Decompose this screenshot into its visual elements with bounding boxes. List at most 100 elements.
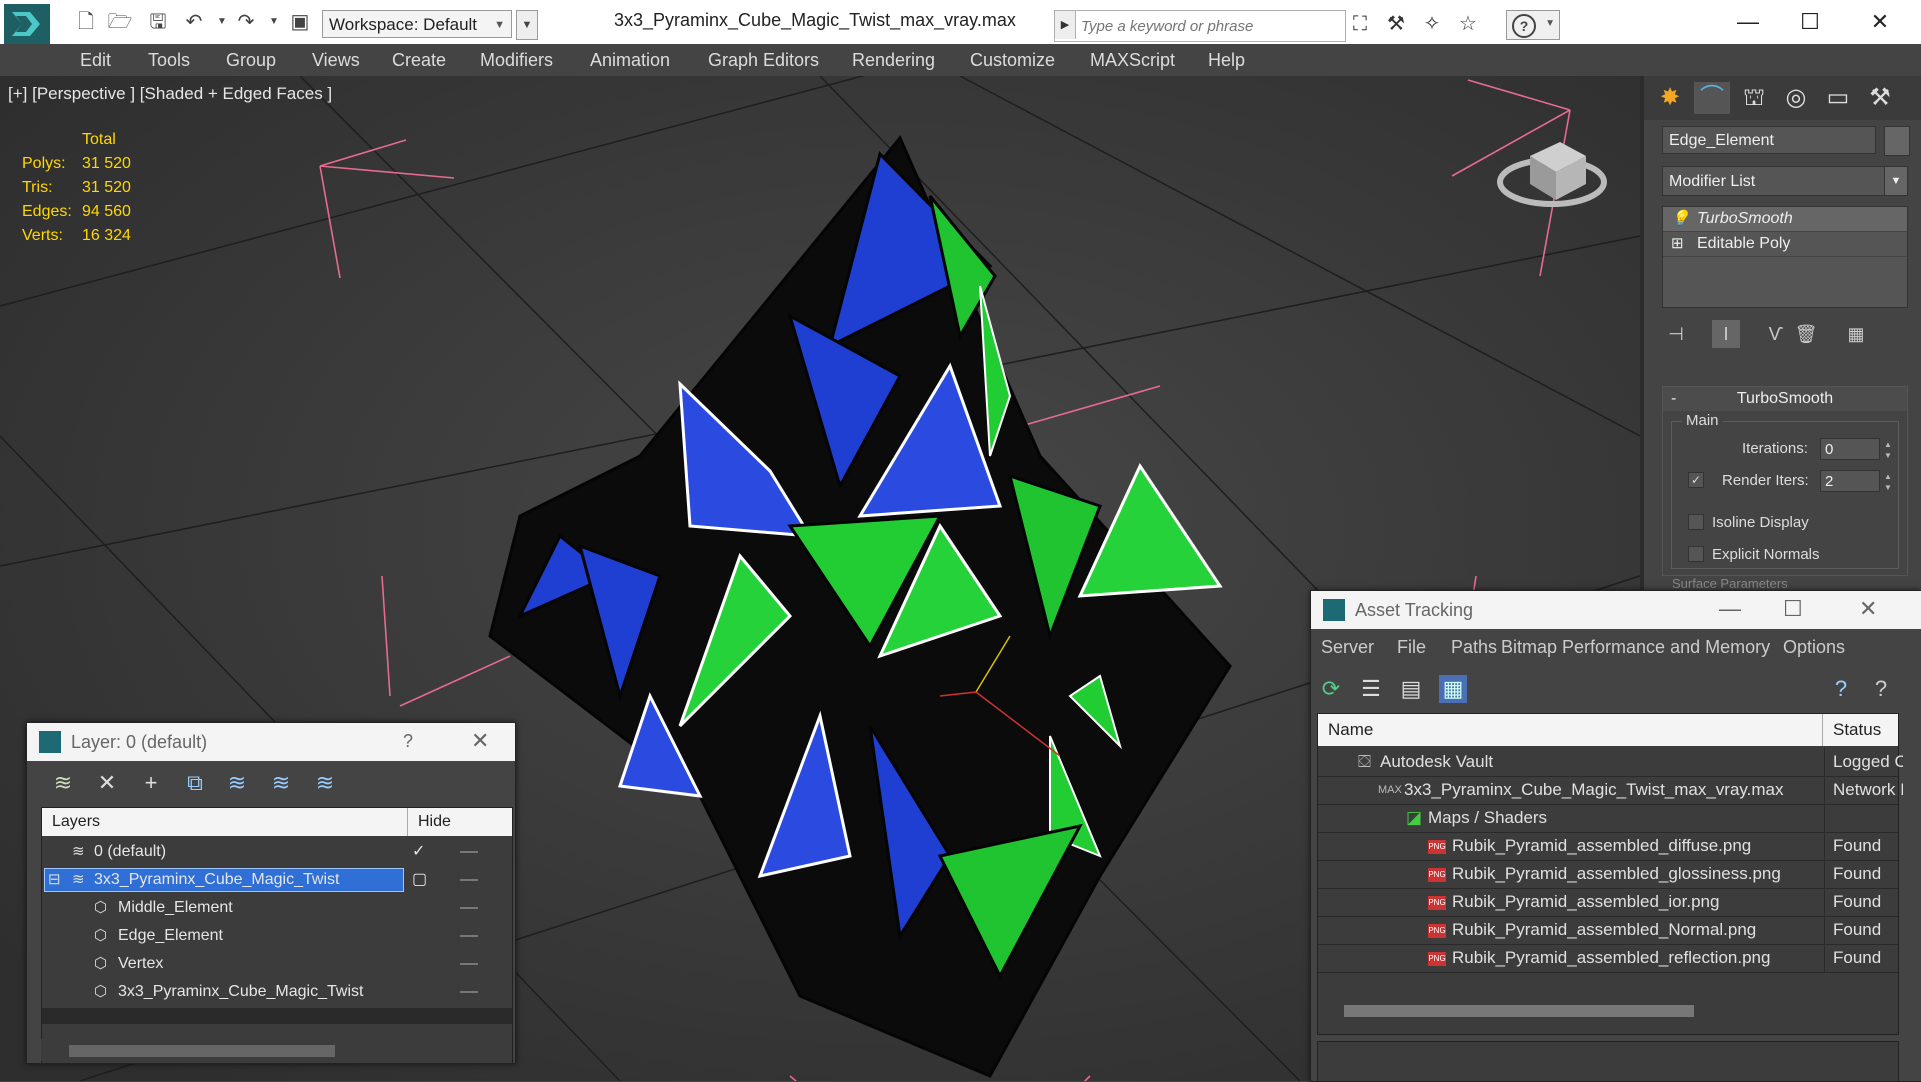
minimize-icon[interactable]: — [1719, 596, 1741, 622]
workspace-menu-button[interactable]: ▼ [516, 10, 538, 40]
status-column-header[interactable]: Status [1822, 714, 1881, 746]
display-tab-icon[interactable]: ▭ [1820, 82, 1856, 114]
stack-item-editable-poly[interactable]: ⊞ Editable Poly [1663, 232, 1907, 257]
asset-menu-server[interactable]: Server [1321, 637, 1374, 658]
create-tab-icon[interactable]: ✸ [1652, 82, 1688, 114]
surface-parameters-rollout[interactable]: Surface Parameters [1672, 576, 1788, 590]
name-column-header[interactable]: Name [1328, 714, 1373, 746]
menu-edit[interactable]: Edit [80, 50, 111, 71]
open-file-icon[interactable]: 🗁 [106, 8, 134, 36]
active-check-icon[interactable]: ✓ [412, 838, 425, 866]
utilities-tab-icon[interactable]: ⚒ [1862, 82, 1898, 114]
table-view-icon[interactable]: ▦ [1439, 675, 1467, 703]
search-input[interactable] [1079, 15, 1339, 37]
undo-icon[interactable]: ↶ [180, 8, 208, 36]
menu-maxscript[interactable]: MAXScript [1090, 50, 1175, 71]
asset-row[interactable]: ◪ Maps / Shaders [1318, 804, 1898, 833]
spinner-arrows-icon[interactable]: ▲ ▼ [1881, 439, 1895, 461]
asset-row[interactable]: PNG Rubik_Pyramid_assembled_Normal.png Fou… [1318, 916, 1898, 945]
object-color-swatch[interactable] [1884, 126, 1910, 156]
rollout-header[interactable]: - TurboSmooth [1663, 387, 1907, 411]
motion-tab-icon[interactable]: ◎ [1778, 82, 1814, 114]
explicit-normals-checkbox[interactable] [1688, 546, 1704, 562]
asset-menu-bitmap-performance[interactable]: Bitmap Performance and Memory [1501, 637, 1770, 658]
layer-row[interactable]: ⬡ 3x3_Pyraminx_Cube_Magic_Twist [42, 978, 512, 1006]
asset-row[interactable]: PNG Rubik_Pyramid_assembled_diffuse.png Fo… [1318, 832, 1898, 861]
remove-modifier-icon[interactable]: 🗑 [1792, 320, 1820, 348]
options-help-icon[interactable]: ? [1867, 675, 1895, 703]
render-iters-checkbox[interactable]: ✓ [1688, 472, 1704, 488]
thumbnail-view-icon[interactable]: ▤ [1397, 675, 1425, 703]
configure-sets-icon[interactable]: ▦ [1842, 320, 1870, 348]
communication-center-icon[interactable]: ⚒ [1382, 12, 1410, 36]
help-icon[interactable]: ? [403, 731, 413, 752]
list-view-icon[interactable]: ☰ [1357, 675, 1385, 703]
spinner-arrows-icon[interactable]: ▲ ▼ [1881, 471, 1895, 493]
freeze-all-icon[interactable]: ≋ [311, 769, 339, 797]
render-iters-spinner[interactable]: 2 ▲ ▼ [1820, 470, 1892, 492]
subscription-icon[interactable]: ✧ [1418, 12, 1446, 36]
close-icon[interactable]: ✕ [1859, 596, 1877, 622]
asset-row[interactable]: PNG Rubik_Pyramid_assembled_glossiness.pn… [1318, 860, 1898, 889]
new-file-icon[interactable]: 🗋 [72, 8, 100, 36]
highlight-layer-icon[interactable]: ≋ [223, 769, 251, 797]
asset-row[interactable]: MAX 3x3_Pyraminx_Cube_Magic_Twist_max_vra… [1318, 776, 1903, 805]
scrollbar-thumb[interactable] [1344, 1005, 1694, 1017]
menu-graph-editors[interactable]: Graph Editors [708, 50, 819, 71]
save-icon[interactable]: 🖫 [144, 8, 172, 36]
asset-menu-paths[interactable]: Paths [1451, 637, 1497, 658]
hide-all-icon[interactable]: ≋ [267, 769, 295, 797]
refresh-icon[interactable]: ⟳ [1317, 675, 1345, 703]
layers-column-header[interactable]: Layers [52, 808, 100, 836]
hide-column-header[interactable]: Hide [407, 808, 451, 836]
layer-row[interactable]: ⬡ Vertex [42, 950, 512, 978]
hide-toggle[interactable] [460, 935, 478, 937]
set-active-icon[interactable]: ▢ [412, 866, 427, 894]
close-button[interactable]: ✕ [1850, 6, 1910, 38]
asset-menu-file[interactable]: File [1397, 637, 1426, 658]
hide-toggle[interactable] [460, 991, 478, 993]
viewport-label[interactable]: [+] [Perspective ] [Shaded + Edged Faces… [8, 84, 332, 104]
menu-views[interactable]: Views [312, 50, 360, 71]
favorites-star-icon[interactable]: ☆ [1454, 12, 1482, 36]
help-icon[interactable]: ? [1827, 675, 1855, 703]
menu-help[interactable]: Help [1208, 50, 1245, 71]
scrollbar-thumb[interactable] [69, 1045, 335, 1057]
maximize-icon[interactable]: ☐ [1783, 596, 1803, 622]
menu-modifiers[interactable]: Modifiers [480, 50, 553, 71]
help-button[interactable]: ? ▼ [1506, 10, 1560, 40]
iterations-spinner[interactable]: 0 ▲ ▼ [1820, 438, 1892, 460]
create-layer-icon[interactable]: ≋ [49, 769, 77, 797]
close-icon[interactable]: ✕ [471, 728, 489, 754]
asset-menu-options[interactable]: Options [1783, 637, 1845, 658]
project-folder-icon[interactable]: ▣ [286, 8, 314, 36]
hide-toggle[interactable] [460, 879, 478, 881]
modifier-list-dropdown[interactable]: Modifier List ▼ [1662, 166, 1908, 196]
workspace-select[interactable]: Workspace: Default ▼ [322, 10, 512, 38]
layer-row[interactable]: ⬡ Edge_Element [42, 922, 512, 950]
show-end-result-icon[interactable]: Ⅰ [1712, 320, 1740, 348]
make-unique-icon[interactable]: Ѵ [1762, 320, 1790, 348]
object-name-field[interactable]: Edge_Element [1662, 126, 1876, 154]
binoculars-icon[interactable]: ⛶ [1346, 12, 1374, 36]
plus-icon[interactable]: ⊞ [1671, 232, 1684, 256]
hide-toggle[interactable] [460, 851, 478, 853]
layer-row[interactable]: ⊟ ≋ 3x3_Pyraminx_Cube_Magic_Twist ▢ [42, 866, 512, 894]
hide-toggle[interactable] [460, 963, 478, 965]
select-objects-icon[interactable]: ⧉ [181, 769, 209, 797]
lightbulb-icon[interactable]: 💡 [1671, 207, 1690, 231]
pin-stack-icon[interactable]: ⊣ [1662, 320, 1690, 348]
asset-horizontal-scrollbar[interactable] [1318, 1000, 1898, 1022]
modify-tab-icon[interactable]: ⌒ [1694, 82, 1730, 114]
menu-tools[interactable]: Tools [148, 50, 190, 71]
menu-customize[interactable]: Customize [970, 50, 1055, 71]
minimize-button[interactable]: — [1718, 6, 1778, 38]
layer-row[interactable]: ≋ 0 (default) ✓ [42, 838, 512, 866]
collapse-icon[interactable]: ⊟ [48, 866, 61, 894]
app-logo-button[interactable] [4, 4, 50, 44]
menu-group[interactable]: Group [226, 50, 276, 71]
asset-panel-titlebar[interactable]: Asset Tracking — ☐ ✕ [1311, 591, 1921, 629]
menu-create[interactable]: Create [392, 50, 446, 71]
search-expand-icon[interactable]: ▶ [1055, 11, 1076, 39]
add-to-layer-icon[interactable]: + [137, 769, 165, 797]
